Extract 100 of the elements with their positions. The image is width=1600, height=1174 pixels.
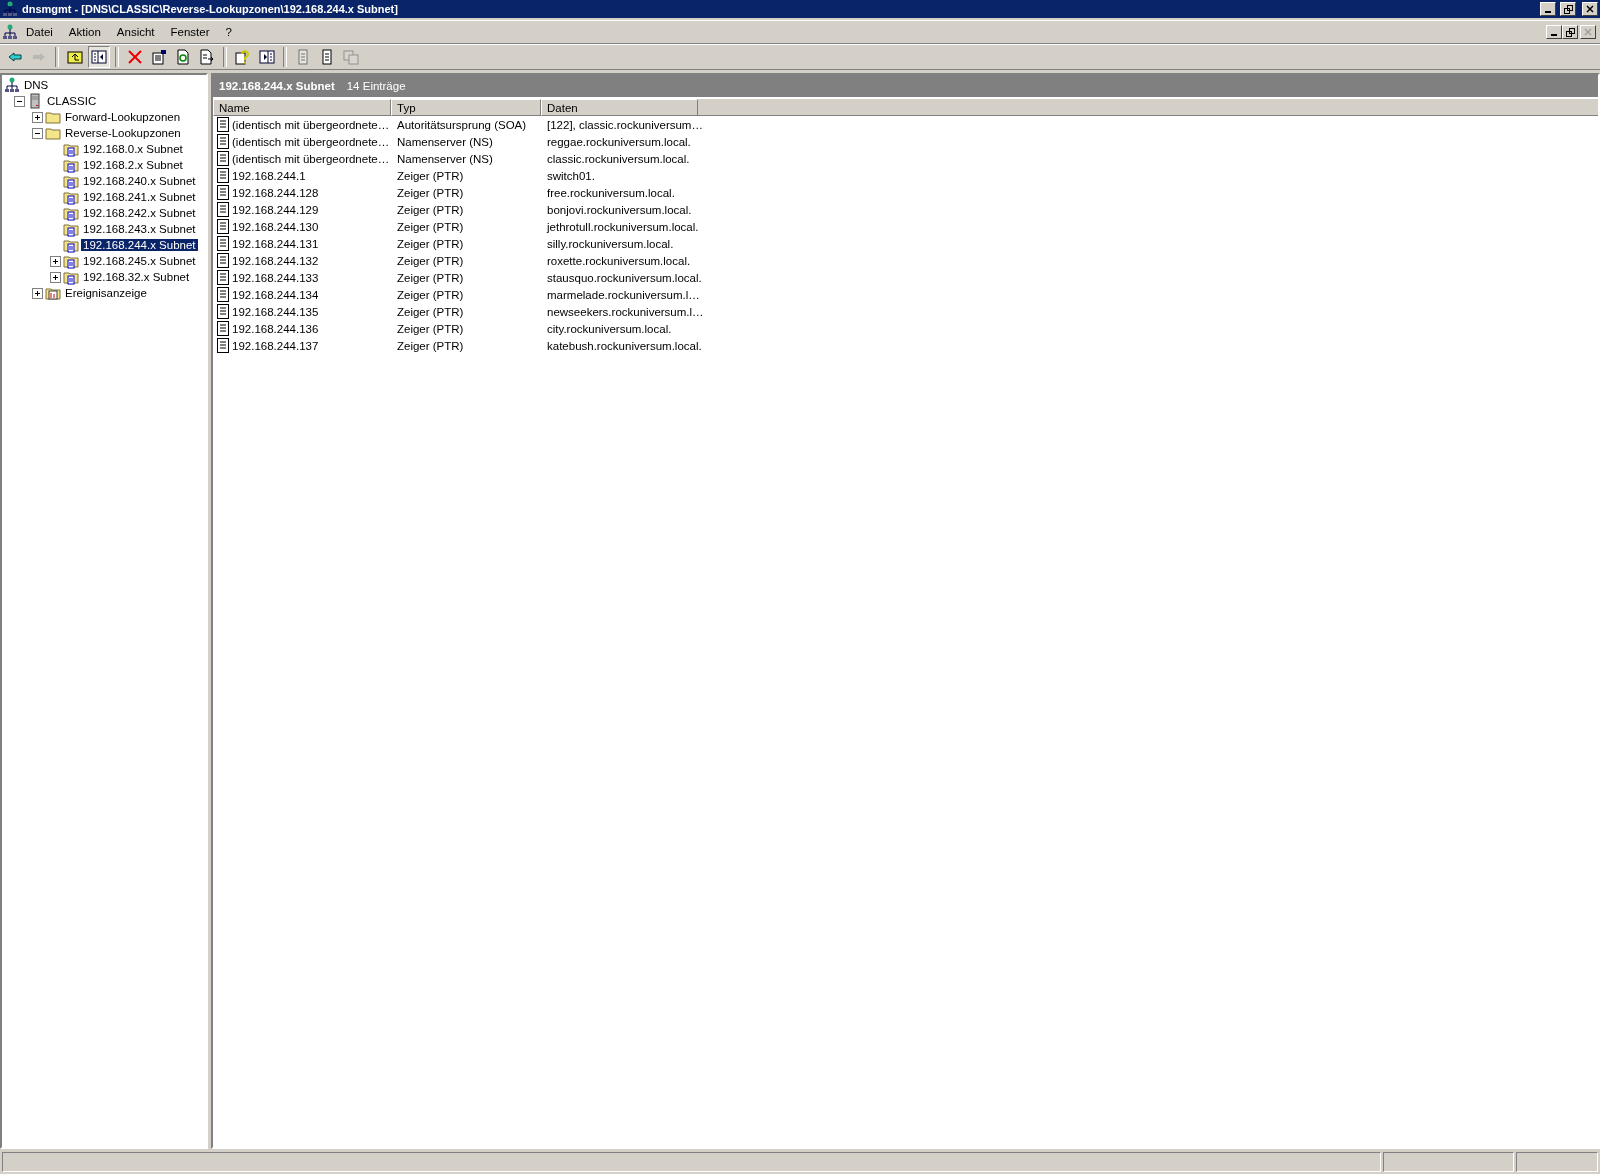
zone-folder-icon [63, 157, 79, 173]
tree-item[interactable]: 192.168.2.x Subnet [81, 159, 185, 171]
expand-toggle[interactable] [32, 111, 43, 123]
table-cell: Zeiger (PTR) [397, 254, 464, 267]
tree-item[interactable]: 192.168.0.x Subnet [81, 143, 185, 155]
column-header[interactable]: Daten [541, 99, 698, 116]
tree-item[interactable]: CLASSIC [45, 95, 99, 107]
expand-toggle[interactable] [32, 287, 43, 299]
action-pane-icon [259, 49, 275, 65]
table-cell: 192.168.244.1 [232, 169, 306, 182]
table-cell: Zeiger (PTR) [397, 305, 464, 318]
column-header[interactable]: Name [213, 99, 391, 116]
tree-item[interactable]: 192.168.245.x Subnet [81, 255, 198, 267]
menu-item[interactable]: Datei [18, 26, 61, 38]
zone-folder-icon [63, 205, 79, 221]
table-cell: 192.168.244.133 [232, 271, 319, 284]
network-icon [2, 1, 18, 17]
expand-toggle[interactable] [50, 255, 61, 267]
table-cell: 192.168.244.132 [232, 254, 319, 267]
collapse-toggle[interactable] [14, 95, 25, 107]
menu-item[interactable]: ? [217, 26, 240, 38]
up-folder-icon [67, 49, 83, 65]
folder-icon [45, 125, 61, 141]
table-cell: silly.rockuniversum.local. [547, 237, 674, 250]
tree-item[interactable]: 192.168.32.x Subnet [81, 271, 192, 283]
record-icon [217, 219, 229, 234]
zone-folder-icon [63, 189, 79, 205]
properties-icon [151, 49, 167, 65]
menu-item[interactable]: Ansicht [108, 26, 163, 38]
tree-item[interactable]: 192.168.240.x Subnet [81, 175, 198, 187]
document-icon [319, 49, 335, 65]
tree-item[interactable]: Reverse-Lookupzonen [63, 127, 183, 139]
table-cell: Zeiger (PTR) [397, 220, 464, 233]
table-cell: Zeiger (PTR) [397, 339, 464, 352]
window-title: dnsmgmt - [DNS\CLASSIC\Reverse-Lookupzonen\192.168.244.x Subnet] [22, 3, 399, 15]
close-icon [1584, 28, 1592, 36]
table-cell: 192.168.244.128 [232, 186, 319, 199]
table-cell: newseekers.rockuniversum.l… [547, 305, 704, 318]
table-cell: (identisch mit übergeordnete… [232, 152, 390, 165]
pane-title: 192.168.244.x Subnet [219, 80, 335, 92]
table-cell: Namenserver (NS) [397, 135, 493, 148]
tree-item[interactable]: 192.168.243.x Subnet [81, 223, 198, 235]
tree-item[interactable]: DNS [22, 79, 51, 91]
expand-toggle[interactable] [50, 271, 61, 283]
record-icon [217, 202, 229, 217]
minimize-button[interactable] [1540, 2, 1556, 16]
export-list-icon [199, 49, 215, 65]
close-button[interactable] [1580, 25, 1596, 39]
close-button[interactable] [1582, 2, 1598, 16]
document-icon [295, 49, 311, 65]
column-header[interactable]: Typ [391, 99, 541, 116]
menu-item[interactable]: Aktion [60, 26, 109, 38]
table-cell: Zeiger (PTR) [397, 186, 464, 199]
tree-item[interactable]: Ereignisanzeige [63, 287, 149, 299]
record-icon [217, 151, 229, 166]
table-cell: 192.168.244.135 [232, 305, 319, 318]
table-cell: Zeiger (PTR) [397, 237, 464, 250]
table-cell: 192.168.244.136 [232, 322, 319, 335]
network-icon [4, 77, 20, 93]
minimize-button[interactable] [1546, 25, 1562, 39]
table-cell: marmelade.rockuniversum.l… [547, 288, 700, 301]
menu-item[interactable]: Fenster [162, 26, 218, 38]
tree-item[interactable]: 192.168.244.x Subnet [81, 239, 198, 251]
table-cell: Zeiger (PTR) [397, 203, 464, 216]
table-cell: (identisch mit übergeordnete… [232, 118, 390, 131]
table-cell: classic.rockuniversum.local. [547, 152, 690, 165]
record-icon [217, 185, 229, 200]
table-cell: Namenserver (NS) [397, 152, 493, 165]
table-cell: Zeiger (PTR) [397, 169, 464, 182]
table-cell: Zeiger (PTR) [397, 288, 464, 301]
record-icon [217, 321, 229, 336]
record-icon [217, 338, 229, 353]
tree-pane-icon [91, 49, 107, 65]
table-cell: Zeiger (PTR) [397, 271, 464, 284]
record-icon [217, 270, 229, 285]
record-icon [217, 168, 229, 183]
delete-icon [127, 49, 143, 65]
toolbar-button[interactable] [88, 46, 110, 68]
restore-button[interactable] [1560, 2, 1576, 16]
tree-item[interactable]: Forward-Lookupzonen [63, 111, 183, 123]
network-icon [2, 24, 18, 40]
tree-item[interactable]: 192.168.242.x Subnet [81, 207, 198, 219]
collapse-toggle[interactable] [32, 127, 43, 139]
documents-icon [343, 49, 359, 65]
restore-icon [1563, 4, 1573, 14]
table-cell: free.rockuniversum.local. [547, 186, 675, 199]
tree-item[interactable]: 192.168.241.x Subnet [81, 191, 198, 203]
zone-folder-icon [63, 253, 79, 269]
table-cell: 192.168.244.131 [232, 237, 319, 250]
record-icon [217, 236, 229, 251]
close-icon [1586, 5, 1594, 13]
folder-icon [45, 109, 61, 125]
server-icon [27, 93, 43, 109]
record-icon [217, 117, 229, 132]
table-cell: 192.168.244.129 [232, 203, 319, 216]
refresh-icon [175, 49, 191, 65]
table-cell: stausquo.rockuniversum.local. [547, 271, 702, 284]
restore-button[interactable] [1562, 25, 1578, 39]
record-icon [217, 287, 229, 302]
table-cell: switch01. [547, 169, 595, 182]
